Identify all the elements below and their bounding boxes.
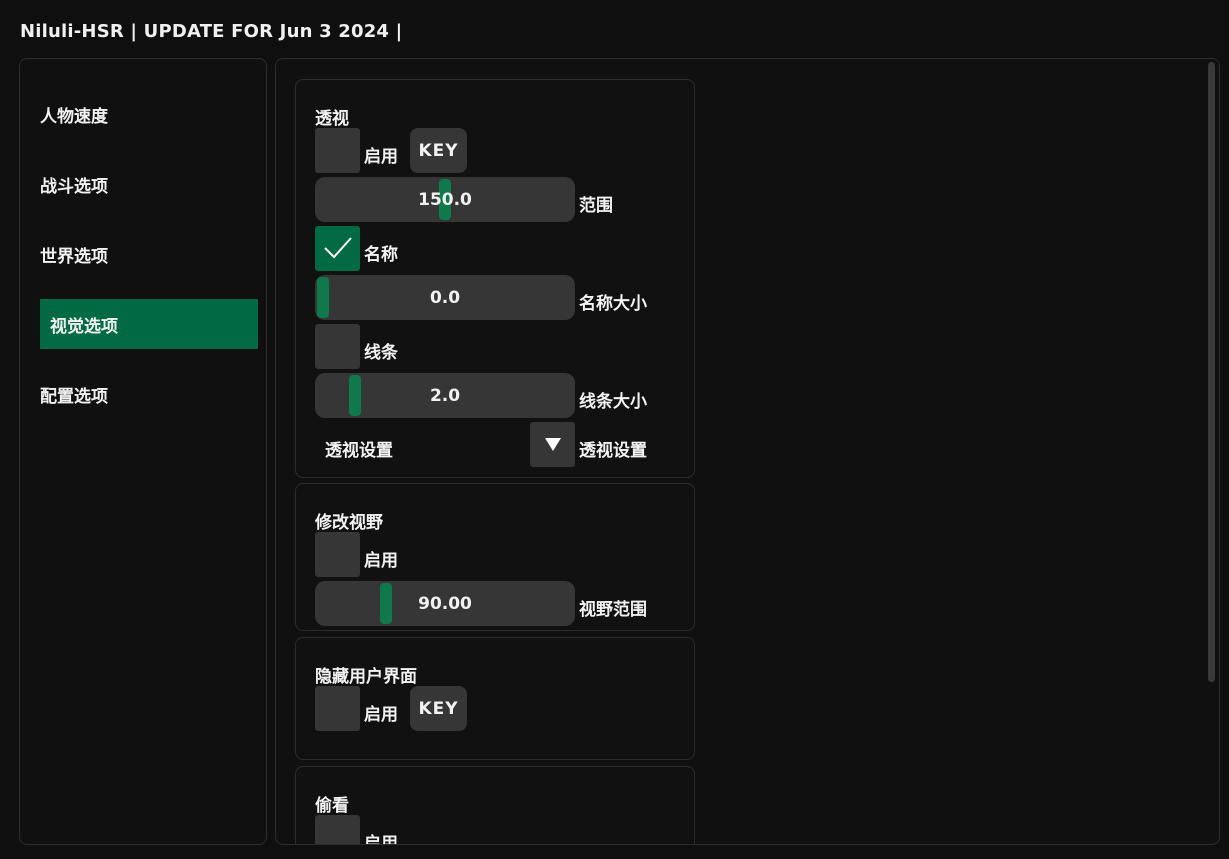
esp-key-button[interactable]: KEY [410,128,467,173]
peek-enable-checkbox[interactable] [315,815,360,844]
sidebar-item-label: 人物速度 [40,106,108,127]
window-title: Niluli-HSR | UPDATE FOR Jun 3 2024 | [20,21,403,42]
esp-name-size-label: 名称大小 [579,294,647,314]
sidebar-item-world-options[interactable]: 世界选项 [40,229,258,279]
esp-settings-combo-label: 透视设置 [579,441,647,461]
sidebar-item-label: 世界选项 [40,246,108,267]
triangle-down-icon [544,437,561,451]
main-content-panel: 透视 启用 KEY 150.0 范围 名称 0.0 名称大小 线条 2.0 线条… [275,58,1220,845]
esp-group-title: 透视 [315,109,349,129]
sidebar-item-visual-options[interactable]: 视觉选项 [40,299,258,349]
hide-ui-enable-checkbox[interactable] [315,686,360,731]
esp-name-label: 名称 [364,245,398,265]
esp-group: 透视 启用 KEY 150.0 范围 名称 0.0 名称大小 线条 2.0 线条… [295,79,695,478]
esp-enable-checkbox[interactable] [315,128,360,173]
fov-enable-checkbox[interactable] [315,532,360,577]
esp-lines-checkbox[interactable] [315,324,360,369]
fov-group-title: 修改视野 [315,513,383,533]
esp-line-size-label: 线条大小 [579,392,647,412]
esp-range-value: 150.0 [418,189,472,210]
hide-ui-key-button[interactable]: KEY [410,686,467,731]
fov-range-label: 视野范围 [579,600,647,620]
esp-range-slider[interactable]: 150.0 [315,177,575,222]
sidebar-item-label: 配置选项 [40,386,108,407]
sidebar-item-character-speed[interactable]: 人物速度 [40,89,258,139]
esp-line-size-slider[interactable]: 2.0 [315,373,575,418]
esp-settings-combo-button[interactable] [530,422,575,467]
hide-ui-group: 隐藏用户界面 启用 KEY [295,637,695,760]
sidebar-item-label: 视觉选项 [50,316,118,337]
checkmark-icon [324,237,352,259]
fov-range-slider[interactable]: 90.00 [315,581,575,626]
esp-name-size-value: 0.0 [429,287,461,308]
sidebar-nav: 人物速度 战斗选项 世界选项 视觉选项 配置选项 [19,58,267,845]
vertical-scrollbar[interactable] [1208,62,1215,682]
peek-group-title: 偷看 [315,796,349,816]
esp-line-size-value: 2.0 [429,385,461,406]
esp-range-label: 范围 [579,196,613,216]
peek-group: 偷看 启用 [295,766,695,845]
esp-name-checkbox[interactable] [315,226,360,271]
peek-enable-label: 启用 [364,834,398,845]
sidebar-item-combat-options[interactable]: 战斗选项 [40,159,258,209]
esp-name-size-slider[interactable]: 0.0 [315,275,575,320]
hide-ui-group-title: 隐藏用户界面 [315,667,417,687]
esp-enable-label: 启用 [364,147,398,167]
sidebar-item-config-options[interactable]: 配置选项 [40,369,258,419]
esp-lines-label: 线条 [364,343,398,363]
sidebar-item-label: 战斗选项 [40,176,108,197]
fov-group: 修改视野 启用 90.00 视野范围 [295,483,695,631]
esp-settings-combo-value[interactable]: 透视设置 [325,436,393,461]
hide-ui-enable-label: 启用 [364,705,398,725]
fov-enable-label: 启用 [364,551,398,571]
fov-range-value: 90.00 [418,593,472,614]
